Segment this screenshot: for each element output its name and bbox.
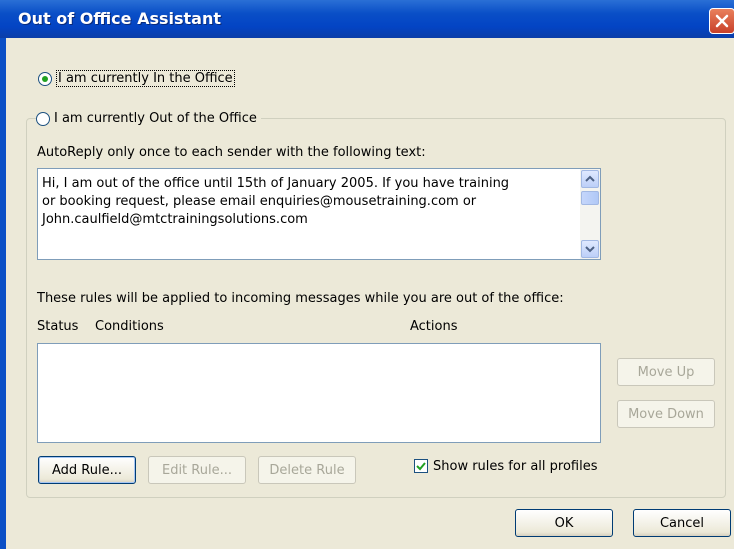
close-button[interactable] — [709, 8, 734, 34]
column-header-status[interactable]: Status — [37, 319, 78, 334]
autoreply-line: Hi, I am out of the office until 15th of… — [42, 176, 510, 191]
autoreply-textarea[interactable]: Hi, I am out of the office until 15th of… — [37, 168, 601, 260]
window-frame — [0, 38, 6, 549]
rules-list[interactable] — [37, 343, 601, 443]
rules-description: These rules will be applied to incoming … — [37, 291, 564, 306]
move-up-button[interactable]: Move Up — [617, 358, 715, 386]
column-header-conditions[interactable]: Conditions — [95, 319, 164, 334]
chevron-down-icon — [585, 246, 595, 253]
out-of-office-radio[interactable]: I am currently Out of the Office — [36, 111, 261, 126]
autoreply-text: Hi, I am out of the office until 15th of… — [42, 175, 570, 229]
scroll-up-button[interactable] — [581, 170, 599, 188]
in-office-radio[interactable]: I am currently In the Office — [38, 70, 235, 87]
scroll-down-button[interactable] — [581, 240, 599, 258]
autoreply-line: John.caulfield@mtctrainingsolutions.com — [42, 212, 308, 227]
ok-button[interactable]: OK — [515, 509, 613, 537]
checkmark-icon — [416, 462, 426, 471]
show-all-profiles-checkbox[interactable] — [414, 459, 428, 473]
out-of-office-dialog: Out of Office Assistant I am currently I… — [0, 0, 734, 549]
edit-rule-button[interactable]: Edit Rule... — [148, 456, 246, 484]
cancel-button[interactable]: Cancel — [633, 509, 731, 537]
autoreply-line: or booking request, please email enquiri… — [42, 194, 477, 209]
move-down-button[interactable]: Move Down — [617, 400, 715, 428]
dialog-title: Out of Office Assistant — [18, 9, 222, 28]
column-header-actions[interactable]: Actions — [410, 319, 458, 334]
autoreply-scrollbar[interactable] — [580, 169, 600, 259]
show-all-profiles-label: Show rules for all profiles — [433, 459, 598, 474]
chevron-up-icon — [585, 175, 595, 182]
radio-selected-icon — [38, 71, 52, 86]
add-rule-button[interactable]: Add Rule... — [38, 456, 136, 484]
autoreply-label: AutoReply only once to each sender with … — [37, 145, 426, 160]
title-bar[interactable]: Out of Office Assistant — [0, 0, 734, 38]
radio-unselected-icon — [36, 111, 50, 126]
scroll-thumb[interactable] — [581, 191, 599, 205]
close-icon — [715, 14, 729, 28]
delete-rule-button[interactable]: Delete Rule — [258, 456, 356, 484]
in-office-label: I am currently In the Office — [56, 70, 235, 87]
out-of-office-label: I am currently Out of the Office — [54, 111, 257, 126]
